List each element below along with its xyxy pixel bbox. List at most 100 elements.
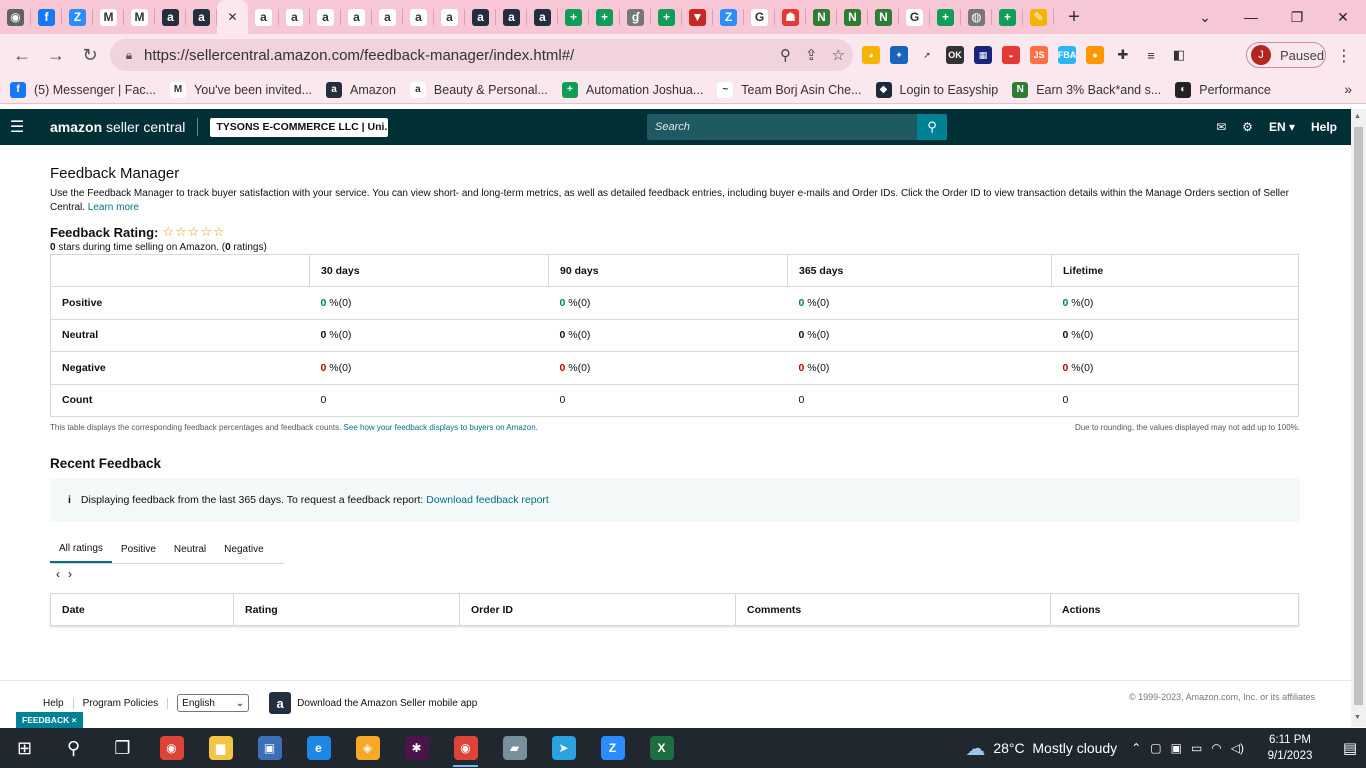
seller-central-logo[interactable]: amazon seller central <box>50 119 185 135</box>
browser-tab[interactable]: ✕ <box>217 0 248 34</box>
taskbar-app[interactable]: X <box>637 728 686 768</box>
url-text[interactable]: https://sellercentral.amazon.com/feedbac… <box>144 47 574 64</box>
browser-tab[interactable]: a <box>403 0 434 34</box>
search-input[interactable]: Search <box>647 114 917 140</box>
bookmark-item[interactable]: a Beauty & Personal... <box>409 81 548 98</box>
help-link[interactable]: Help <box>1311 120 1337 134</box>
browser-tab[interactable]: ☗ <box>775 0 806 34</box>
bookmark-item[interactable]: N Earn 3% Back*and s... <box>1012 81 1161 98</box>
close-tab-icon[interactable]: ✕ <box>227 10 237 24</box>
start-button[interactable]: ⊞ <box>0 728 49 768</box>
browser-tab[interactable]: a <box>279 0 310 34</box>
tray-chevron-up-icon[interactable]: ⌃ <box>1131 741 1141 755</box>
wifi-icon[interactable]: ◠ <box>1211 741 1221 755</box>
volume-icon[interactable]: ◁) <box>1231 741 1244 755</box>
column-header-order-id[interactable]: Order ID <box>459 593 736 626</box>
browser-tab[interactable]: a <box>372 0 403 34</box>
browser-tab[interactable]: N <box>837 0 868 34</box>
browser-tab[interactable]: ◉ <box>0 0 31 34</box>
mobile-app-download[interactable]: a Download the Amazon Seller mobile app <box>269 692 477 714</box>
browser-tab[interactable]: M <box>93 0 124 34</box>
tab-all-ratings[interactable]: All ratings <box>50 535 112 563</box>
browser-tab[interactable]: N <box>806 0 837 34</box>
column-header-date[interactable]: Date <box>51 594 234 626</box>
browser-menu-icon[interactable]: ⋮ <box>1336 46 1352 66</box>
browser-tab[interactable]: Z <box>62 0 93 34</box>
browser-tab[interactable]: M <box>124 0 155 34</box>
extension-fba-icon[interactable]: FBA <box>1058 46 1076 64</box>
reading-list-icon[interactable]: ≡ <box>1142 46 1160 64</box>
language-selector[interactable]: EN ▾ <box>1269 120 1295 134</box>
side-panel-icon[interactable]: ◧ <box>1170 46 1188 64</box>
browser-tab[interactable]: ✎ <box>1023 0 1054 34</box>
taskbar-app[interactable]: Z <box>588 728 637 768</box>
feedback-display-link[interactable]: See how your feedback displays to buyers… <box>344 423 538 432</box>
maximize-button[interactable]: ❐ <box>1274 0 1320 34</box>
footer-program-policies-link[interactable]: Program Policies <box>74 697 169 709</box>
extension-cursor-icon[interactable]: ➚ <box>918 46 936 64</box>
taskbar-app[interactable]: ▣ <box>245 728 294 768</box>
browser-tab[interactable]: + <box>992 0 1023 34</box>
tray-app-icon[interactable]: ▣ <box>1171 741 1182 755</box>
browser-tab[interactable]: ɠ <box>620 0 651 34</box>
zoom-lens-icon[interactable]: ⚲ <box>780 46 791 64</box>
meet-now-icon[interactable]: ▢ <box>1150 741 1161 755</box>
browser-tab[interactable]: + <box>651 0 682 34</box>
taskbar-app[interactable]: ❐ <box>98 728 147 768</box>
search-button[interactable]: ⚲ <box>917 114 947 140</box>
browser-tab[interactable]: + <box>930 0 961 34</box>
pager-next-icon[interactable]: › <box>68 567 80 581</box>
tab-negative[interactable]: Negative <box>215 535 272 563</box>
browser-tab[interactable]: a <box>527 0 558 34</box>
settings-gear-icon[interactable]: ⚙ <box>1242 120 1253 134</box>
taskbar-app[interactable]: ✱ <box>392 728 441 768</box>
extensions-puzzle-icon[interactable]: ✚ <box>1114 46 1132 64</box>
browser-tab[interactable]: a <box>310 0 341 34</box>
bookmark-item[interactable]: ◆ Login to Easyship <box>875 81 998 98</box>
browser-tab[interactable]: a <box>155 0 186 34</box>
back-button[interactable]: ← <box>6 39 38 71</box>
taskbar-app[interactable]: ➤ <box>539 728 588 768</box>
footer-help-link[interactable]: Help <box>34 697 74 709</box>
profile-button[interactable]: J Paused <box>1246 42 1326 68</box>
forward-button[interactable]: → <box>40 39 72 71</box>
extension-blue-icon[interactable]: ✦ <box>890 46 908 64</box>
column-header-comments[interactable]: Comments <box>735 593 1051 626</box>
browser-tab[interactable]: f <box>31 0 62 34</box>
extension-ok-icon[interactable]: OK <box>946 46 964 64</box>
new-tab-button[interactable]: + <box>1054 0 1094 34</box>
hamburger-menu-icon[interactable]: ☰ <box>0 117 34 137</box>
scrollbar-thumb[interactable] <box>1354 127 1363 705</box>
scroll-down-arrow-icon[interactable]: ▼ <box>1354 714 1361 721</box>
pager-prev-icon[interactable]: ‹ <box>56 567 68 581</box>
browser-tab[interactable]: N <box>868 0 899 34</box>
tab-search-chevron-icon[interactable]: ⌄ <box>1182 0 1228 34</box>
share-icon[interactable]: ⇪ <box>805 46 818 64</box>
bookmark-star-icon[interactable]: ☆ <box>832 46 845 64</box>
taskbar-app[interactable]: ▆ <box>196 728 245 768</box>
taskbar-app[interactable]: ◉ <box>441 728 490 768</box>
bookmark-item[interactable]: ~ Team Borj Asin Che... <box>717 81 862 98</box>
battery-icon[interactable]: ▭ <box>1191 741 1202 755</box>
browser-tab[interactable]: a <box>434 0 465 34</box>
bookmark-item[interactable]: M You've been invited... <box>170 81 312 98</box>
lock-icon[interactable]: 🔒︎ <box>114 48 144 63</box>
bookmark-item[interactable]: + Automation Joshua... <box>561 81 703 98</box>
taskbar-app[interactable]: ◉ <box>147 728 196 768</box>
bookmark-item[interactable]: ◐ Performance <box>1175 81 1271 98</box>
taskbar-app[interactable]: ◈ <box>343 728 392 768</box>
tab-positive[interactable]: Positive <box>112 535 165 563</box>
bookmark-item[interactable]: a Amazon <box>326 81 396 98</box>
feedback-tag-button[interactable]: FEEDBACK × <box>16 712 83 729</box>
language-select[interactable]: English ⌄ <box>177 694 250 712</box>
taskbar-app[interactable]: e <box>294 728 343 768</box>
download-report-link[interactable]: Download feedback report <box>426 494 549 506</box>
vertical-scrollbar[interactable]: ▲ ▼ <box>1351 109 1366 727</box>
browser-tab[interactable]: ◍ <box>961 0 992 34</box>
taskbar-app[interactable]: ▰ <box>490 728 539 768</box>
mail-icon[interactable]: ✉ <box>1216 120 1226 134</box>
browser-tab[interactable]: G <box>744 0 775 34</box>
close-window-button[interactable]: ✕ <box>1320 0 1366 34</box>
weather-widget[interactable]: ☁ 28°C Mostly cloudy <box>965 736 1117 761</box>
extension-grid-icon[interactable]: ▦ <box>974 46 992 64</box>
